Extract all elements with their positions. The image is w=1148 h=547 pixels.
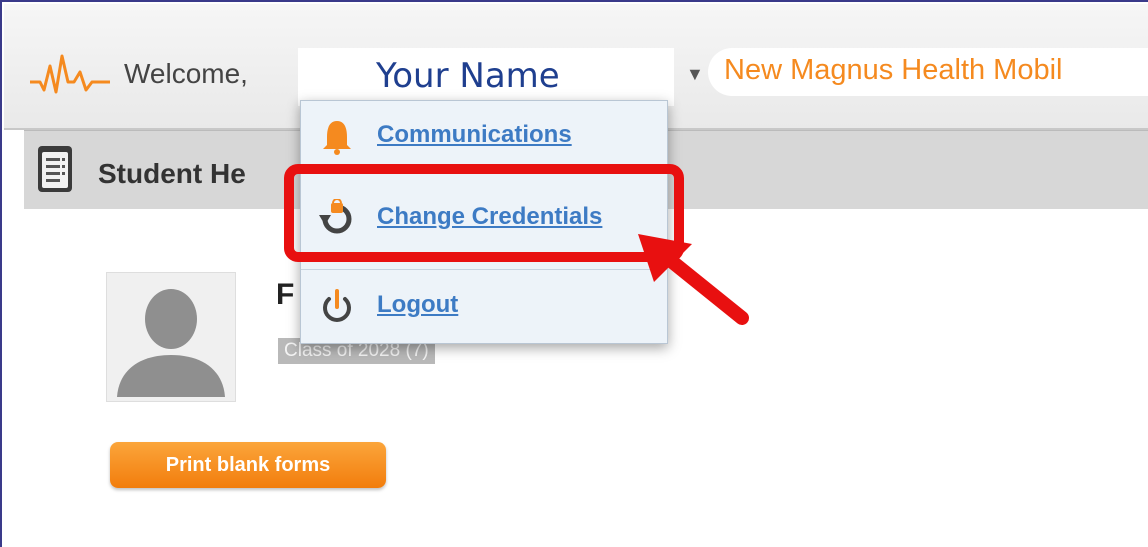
annotation-highlight-box <box>284 164 684 262</box>
user-name[interactable]: Your Name <box>376 56 560 96</box>
chevron-down-icon[interactable]: ▼ <box>686 64 704 85</box>
mobile-app-link[interactable]: New Magnus Health Mobil <box>724 54 1062 87</box>
menu-item-label[interactable]: Logout <box>377 291 458 319</box>
student-name: F <box>276 278 295 311</box>
heartbeat-logo-icon <box>30 54 110 94</box>
menu-item-communications[interactable]: Communications <box>301 101 667 171</box>
bell-icon <box>323 121 351 155</box>
avatar <box>106 272 236 402</box>
power-icon <box>323 289 351 322</box>
welcome-label: Welcome, <box>124 58 248 89</box>
clipboard-icon <box>38 146 72 192</box>
menu-item-label[interactable]: Communications <box>377 121 572 149</box>
menu-item-logout[interactable]: Logout <box>301 271 667 341</box>
menu-separator <box>301 269 667 270</box>
tab-title[interactable]: Student He <box>98 158 246 190</box>
print-blank-forms-button[interactable]: Print blank forms <box>110 442 386 488</box>
annotation-arrow-icon <box>638 234 749 325</box>
app-window: Welcome, Your Name ▼ New Magnus Health M… <box>0 0 1148 547</box>
user-silhouette-icon <box>117 289 225 397</box>
